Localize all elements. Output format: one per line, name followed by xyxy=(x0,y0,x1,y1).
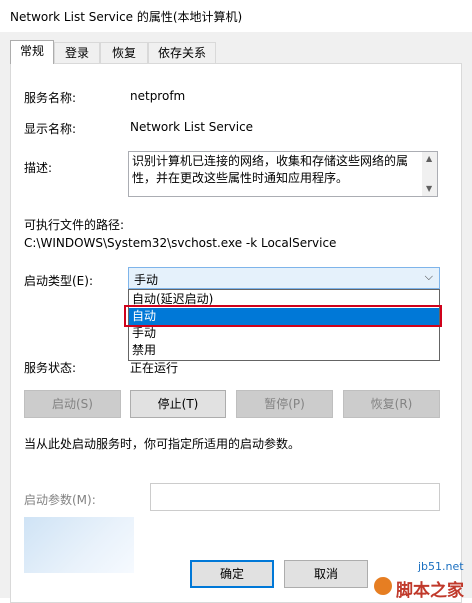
path-value: C:\WINDOWS\System32\svchost.exe -k Local… xyxy=(24,236,337,250)
tab-logon[interactable]: 登录 xyxy=(54,42,100,63)
pause-button[interactable]: 暂停(P) xyxy=(236,390,333,418)
scroll-down-icon[interactable]: ▼ xyxy=(426,184,432,193)
watermark-logo: 脚本之家 xyxy=(374,575,472,601)
resume-button[interactable]: 恢复(R) xyxy=(343,390,440,418)
startup-type-selected: 手动 xyxy=(134,273,159,287)
highlight-annotation xyxy=(124,305,442,327)
option-disabled[interactable]: 禁用 xyxy=(129,342,439,359)
path-label: 可执行文件的路径: xyxy=(24,218,125,232)
option-manual[interactable]: 手动 xyxy=(129,325,439,342)
tab-recovery[interactable]: 恢复 xyxy=(100,42,148,63)
service-name-label: 服务名称: xyxy=(24,91,77,105)
service-name-value: netprofm xyxy=(130,89,186,103)
tab-dependencies[interactable]: 依存关系 xyxy=(148,42,216,63)
scroll-up-icon[interactable]: ▲ xyxy=(426,154,432,163)
cancel-button[interactable]: 取消 xyxy=(284,560,368,588)
start-button[interactable]: 启动(S) xyxy=(24,390,121,418)
startup-type-label: 启动类型(E): xyxy=(24,274,93,288)
watermark-logo-icon xyxy=(374,577,392,595)
start-params-input[interactable] xyxy=(150,483,440,511)
service-status-label: 服务状态: xyxy=(24,361,77,375)
stop-button[interactable]: 停止(T) xyxy=(130,390,226,418)
display-name-label: 显示名称: xyxy=(24,122,77,136)
description-scrollbar[interactable]: ▲ ▼ xyxy=(422,152,437,196)
service-status-value: 正在运行 xyxy=(130,361,179,375)
startup-type-select[interactable]: 手动 ⌵ xyxy=(128,267,440,289)
description-text: 识别计算机已连接的网络，收集和存储这些网络的属性，并在更改这些属性时通知应用程序… xyxy=(132,154,409,185)
watermark-site-name: 脚本之家 xyxy=(396,581,464,601)
ok-button[interactable]: 确定 xyxy=(190,560,274,588)
start-params-label: 启动参数(M): xyxy=(24,493,96,507)
display-name-value: Network List Service xyxy=(130,120,254,134)
description-box[interactable]: 识别计算机已连接的网络，收集和存储这些网络的属性，并在更改这些属性时通知应用程序… xyxy=(128,151,438,197)
background-thumbnail xyxy=(24,517,134,573)
watermark-url: jb51.net xyxy=(418,560,464,573)
description-label: 描述: xyxy=(24,161,53,175)
start-params-hint: 当从此处启动服务时，你可指定所适用的启动参数。 xyxy=(24,437,301,451)
chevron-down-icon[interactable]: ⌵ xyxy=(425,270,433,284)
window-title: Network List Service 的属性(本地计算机) xyxy=(10,10,243,24)
tab-general[interactable]: 常规 xyxy=(10,40,54,64)
title-bar: Network List Service 的属性(本地计算机) xyxy=(0,0,472,32)
